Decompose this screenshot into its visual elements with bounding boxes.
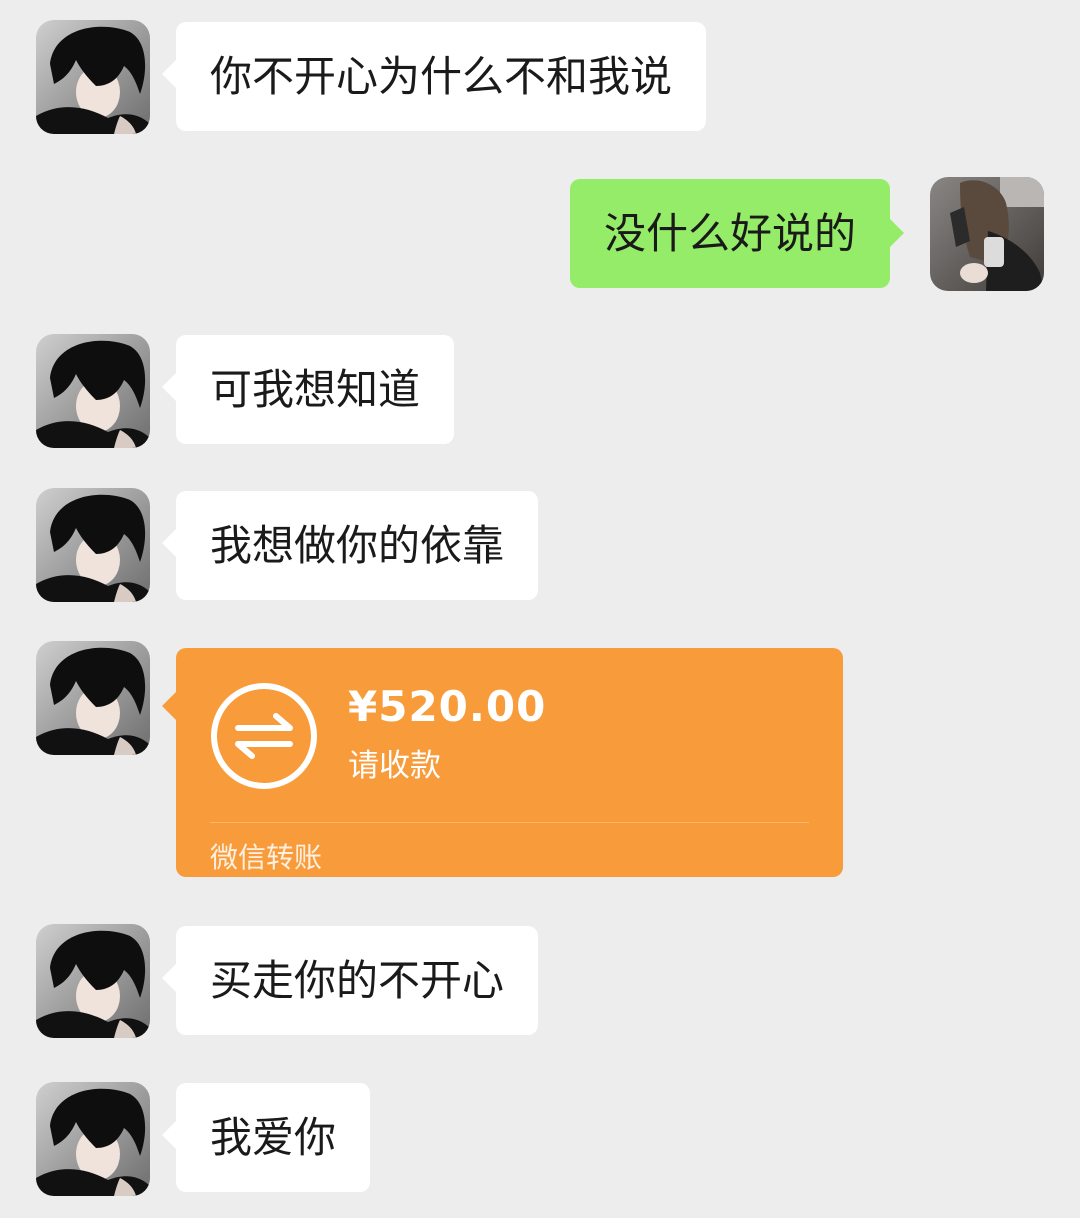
contact-photo (36, 924, 150, 1038)
message-text: 我想做你的依靠 (210, 520, 505, 570)
message-bubble-incoming[interactable]: 你不开心为什么不和我说 (161, 22, 707, 131)
my-avatar[interactable] (930, 177, 1044, 291)
contact-avatar[interactable] (36, 641, 150, 755)
transfer-amount: ¥520.00 (348, 682, 547, 731)
message-text: 你不开心为什么不和我说 (210, 51, 673, 101)
message-bubble-incoming[interactable]: 我想做你的依靠 (161, 491, 539, 600)
message-text: 我爱你 (210, 1112, 337, 1162)
contact-photo (36, 1082, 150, 1196)
contact-photo (36, 334, 150, 448)
transfer-footer-label: 微信转账 (210, 841, 323, 874)
transfer-arrows-icon (211, 683, 317, 789)
message-text: 没什么好说的 (604, 208, 857, 258)
contact-photo (36, 488, 150, 602)
transfer-note: 请收款 (348, 748, 441, 784)
message-text: 买走你的不开心 (210, 955, 505, 1005)
message-bubble-incoming[interactable]: 可我想知道 (161, 335, 455, 444)
contact-photo (36, 641, 150, 755)
contact-avatar[interactable] (36, 924, 150, 1038)
my-photo (930, 177, 1044, 291)
contact-photo (36, 20, 150, 134)
contact-avatar[interactable] (36, 1082, 150, 1196)
contact-avatar[interactable] (36, 20, 150, 134)
message-bubble-outgoing[interactable]: 没什么好说的 (570, 179, 905, 288)
message-bubble-incoming[interactable]: 买走你的不开心 (161, 926, 539, 1035)
contact-avatar[interactable] (36, 488, 150, 602)
transfer-divider (210, 822, 809, 823)
message-text: 可我想知道 (210, 364, 421, 414)
transfer-card[interactable]: ¥520.00 请收款 微信转账 (162, 648, 843, 877)
message-bubble-incoming[interactable]: 我爱你 (161, 1083, 371, 1192)
contact-avatar[interactable] (36, 334, 150, 448)
